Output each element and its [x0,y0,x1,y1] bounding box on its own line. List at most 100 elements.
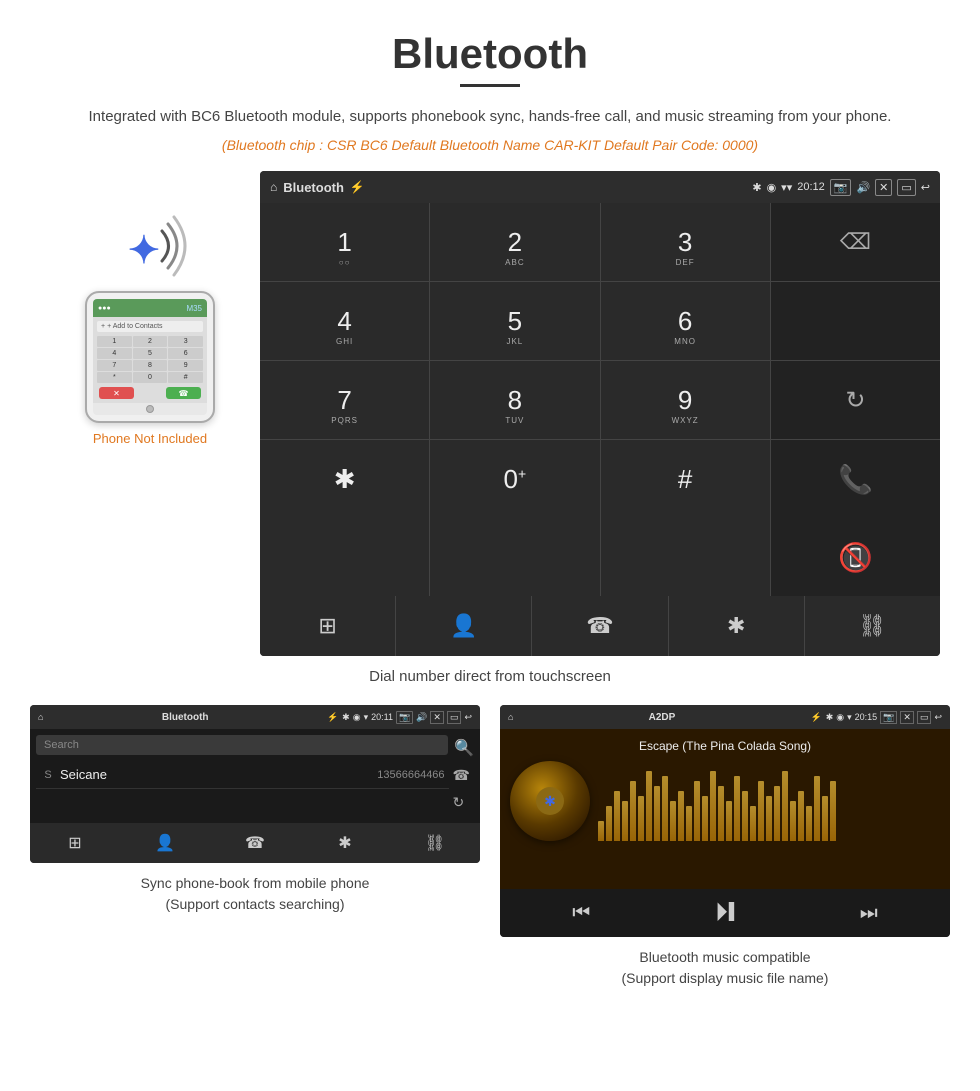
dial-key-star[interactable]: ✱ [260,440,429,518]
music-caption: Bluetooth music compatible(Support displ… [622,947,829,989]
phone-home-button [146,405,154,413]
pb-btn-phone[interactable]: ☎ [210,823,300,863]
dial-key-4[interactable]: 4GHI [260,282,429,360]
pb-cam[interactable]: 📷 [396,711,413,724]
volume-icon[interactable]: 🔊 [856,181,870,194]
mu-home-icon[interactable]: ⌂ [508,712,513,722]
music-album-center: ✱ [536,787,564,815]
phone-screen: + + Add to Contacts 1 2 3 4 5 6 7 8 9 * … [93,317,207,403]
music-prev-button[interactable]: ⏮ [572,902,590,925]
main-section: ✦ ●●● M35 + + Add to Contacts 1 2 [0,171,980,656]
pb-search-bar[interactable]: Search [36,735,448,755]
music-status-bar: ⌂ A2DP ⚡ ✱ ◉ ▾ 20:15 📷 ✕ ▭ ↩ [500,705,950,729]
pb-call-icon[interactable]: ☎ [453,767,470,784]
pb-time: 20:11 [371,712,393,722]
pb-contact-number: 13566664466 [377,769,444,781]
pb-usb-icon: ⚡ [327,712,338,723]
phone-key-hash: # [168,372,203,383]
pb-back[interactable]: ↩ [464,712,472,723]
pb-status-right: ✱ ◉ ▾ 20:11 📷 🔊 ✕ ▭ ↩ [342,711,472,724]
dial-screen: ⌂ Bluetooth ⚡ ✱ ◉ ▾▾ 20:12 📷 🔊 ✕ ▭ ↩ 1○○ [260,171,940,656]
svg-text:✦: ✦ [128,230,160,272]
close-icon[interactable]: ✕ [875,179,892,196]
mu-cam[interactable]: 📷 [880,711,897,724]
dial-key-0[interactable]: 0+ [430,440,599,518]
screen-title: Bluetooth [283,180,344,195]
dial-key-5[interactable]: 5JKL [430,282,599,360]
dial-status-bar: ⌂ Bluetooth ⚡ ✱ ◉ ▾▾ 20:12 📷 🔊 ✕ ▭ ↩ [260,171,940,203]
music-screen: ⌂ A2DP ⚡ ✱ ◉ ▾ 20:15 📷 ✕ ▭ ↩ Escape (The… [500,705,950,937]
music-bt-icon: ✱ [544,793,556,810]
dial-bottom-person[interactable]: 👤 [396,596,531,656]
dial-bottom-link[interactable]: ⛓ [805,596,940,656]
pb-bt-icon: ✱ [342,712,350,723]
location-icon: ◉ [767,181,777,194]
mu-bt-icon: ✱ [826,712,834,723]
home-icon[interactable]: ⌂ [270,180,277,194]
mu-screen-title: A2DP [517,712,806,723]
phone-key-8: 8 [133,360,168,371]
mu-back[interactable]: ↩ [934,712,942,723]
dial-cell-refresh[interactable]: ↻ [771,361,940,439]
phone-add-contact: + + Add to Contacts [97,321,203,332]
phone-key-4: 4 [97,348,132,359]
dial-caption: Dial number direct from touchscreen [0,668,980,685]
phone-key-star: * [97,372,132,383]
pb-vol[interactable]: 🔊 [416,712,427,723]
pb-contact-item[interactable]: S Seicane 13566664466 [36,761,449,789]
pb-search-icon[interactable]: 🔍 [454,738,474,758]
dial-bottom-phone[interactable]: ☎ [532,596,667,656]
dial-cell-delete[interactable]: ⌫ [771,203,940,281]
dial-key-hash[interactable]: # [601,440,770,518]
mu-status-right: ✱ ◉ ▾ 20:15 📷 ✕ ▭ ↩ [826,711,942,724]
dial-bottom-grid[interactable]: ⊞ [260,596,395,656]
window-icon[interactable]: ▭ [897,179,915,196]
pb-contact-letter: S [40,769,56,781]
dial-key-9[interactable]: 9WXYZ [601,361,770,439]
pb-loc-icon: ◉ [353,712,361,723]
dial-key-6[interactable]: 6MNO [601,282,770,360]
dial-key-8[interactable]: 8TUV [430,361,599,439]
dial-cell-empty-2 [771,282,940,360]
pb-cls[interactable]: ✕ [430,711,444,724]
pb-screen-title: Bluetooth [47,712,323,723]
pb-refresh-icon[interactable]: ↻ [453,794,470,811]
phone-bottom-bar [93,403,207,415]
pb-win[interactable]: ▭ [447,711,462,724]
dial-bottom-bluetooth[interactable]: ✱ [669,596,804,656]
dial-key-3[interactable]: 3DEF [601,203,770,281]
bluetooth-icon: ✱ [752,181,761,194]
bottom-panels: ⌂ Bluetooth ⚡ ✱ ◉ ▾ 20:11 📷 🔊 ✕ ▭ ↩ [0,705,980,989]
pb-home-icon[interactable]: ⌂ [38,712,43,722]
mu-win[interactable]: ▭ [917,711,932,724]
music-body: Escape (The Pina Colada Song) ✱ [500,729,950,889]
bluetooth-signal-icon: ✦ [110,211,190,281]
specs-text: (Bluetooth chip : CSR BC6 Default Blueto… [0,137,980,153]
phone-keypad: 1 2 3 4 5 6 7 8 9 * 0 # [97,336,203,383]
mu-signal: ▾ [847,712,852,723]
phone-key-0: 0 [133,372,168,383]
music-art-area: ✱ [510,761,940,841]
dial-cell-empty-bot1 [260,518,429,596]
pb-btn-person[interactable]: 👤 [120,823,210,863]
phone-top-bar: ●●● M35 [93,299,207,317]
pb-btn-bt[interactable]: ✱ [300,823,390,863]
dial-key-7[interactable]: 7PQRS [260,361,429,439]
camera-icon[interactable]: 📷 [830,179,852,196]
dial-cell-hangup[interactable]: 📵 [771,518,940,596]
back-icon[interactable]: ↩ [921,181,930,194]
dial-key-1[interactable]: 1○○ [260,203,429,281]
music-panel: ⌂ A2DP ⚡ ✱ ◉ ▾ 20:15 📷 ✕ ▭ ↩ Escape (The… [500,705,950,989]
subtitle-text: Integrated with BC6 Bluetooth module, su… [0,105,980,129]
dial-cell-empty-bot3 [601,518,770,596]
pb-btn-link[interactable]: ⛓ [390,823,480,863]
music-play-pause-button[interactable]: ⏵❙ [715,897,735,929]
dial-key-2[interactable]: 2ABC [430,203,599,281]
dial-cell-answer[interactable]: 📞 [771,440,940,518]
mu-time: 20:15 [855,712,878,722]
phone-key-1: 1 [97,336,132,347]
music-next-button[interactable]: ⏭ [860,902,878,925]
phone-mockup: ●●● M35 + + Add to Contacts 1 2 3 4 5 6 … [85,291,215,423]
mu-cls[interactable]: ✕ [900,711,914,724]
pb-btn-grid[interactable]: ⊞ [30,823,120,863]
